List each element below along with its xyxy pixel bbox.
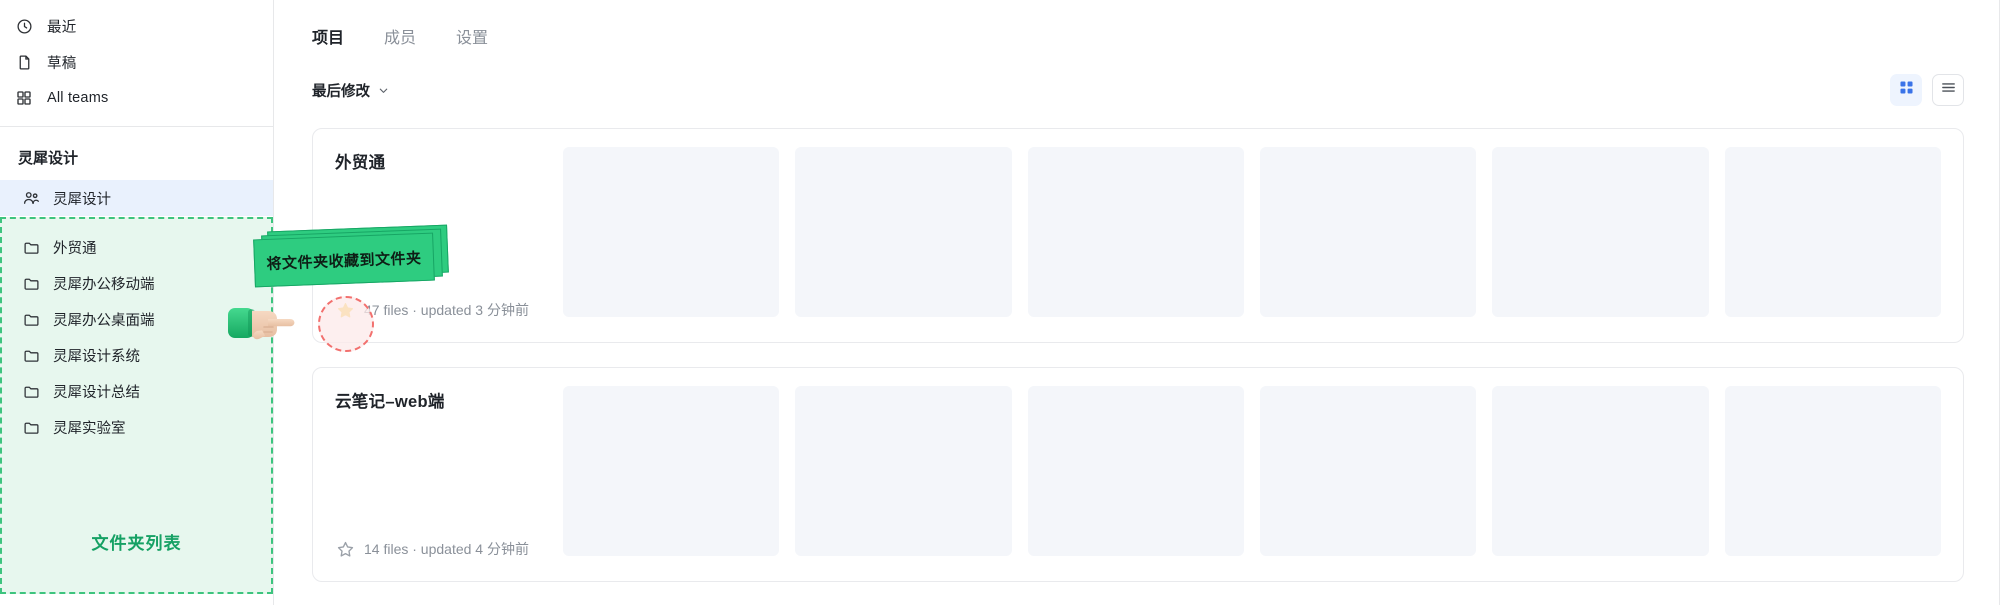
sidebar-item-team-lingxi[interactable]: 灵犀设计 bbox=[0, 180, 273, 216]
project-card[interactable]: 云笔记–web端 14 files · updated 4 分钟前 bbox=[312, 367, 1964, 582]
sort-dropdown-label: 最后修改 bbox=[312, 83, 370, 100]
project-thumbnail[interactable] bbox=[1724, 386, 1941, 556]
main-content: 项目 成员 设置 最后修改 外贸通 47 files · updated 3 分… bbox=[274, 0, 2000, 605]
folder-icon bbox=[22, 418, 40, 436]
sidebar-item-label: 最近 bbox=[47, 19, 77, 36]
grid-icon bbox=[14, 88, 34, 108]
project-thumbnail[interactable] bbox=[563, 386, 780, 556]
project-thumbnail[interactable] bbox=[795, 386, 1012, 556]
grid-view-button[interactable] bbox=[1890, 74, 1922, 106]
sidebar-folder-design-system[interactable]: 灵犀设计系统 bbox=[0, 337, 273, 373]
sidebar-item-recent[interactable]: 最近 bbox=[0, 8, 273, 44]
folder-list-annotation-caption: 文件夹列表 bbox=[91, 534, 182, 553]
folder-icon bbox=[22, 382, 40, 400]
view-toggle-group bbox=[1890, 74, 1964, 106]
project-thumbnail[interactable] bbox=[563, 147, 780, 317]
sidebar-folder-waimaotong[interactable]: 外贸通 bbox=[0, 229, 273, 265]
sidebar-folder-label: 灵犀实验室 bbox=[53, 420, 126, 437]
project-thumbnail[interactable] bbox=[1027, 386, 1244, 556]
favorite-star-icon[interactable] bbox=[335, 539, 355, 559]
sort-dropdown[interactable]: 最后修改 bbox=[312, 80, 389, 101]
sidebar-folder-label: 灵犀办公桌面端 bbox=[53, 312, 155, 329]
sidebar-folder-label: 灵犀设计系统 bbox=[53, 348, 140, 365]
project-thumbnail[interactable] bbox=[1027, 147, 1244, 317]
folder-list-highlight-zone: 外贸通 灵犀办公移动端 灵犀办公桌面端 灵犀设计系统 灵犀设计总结 灵犀实验室 … bbox=[0, 217, 273, 594]
project-card-footer: 47 files · updated 3 分钟前 bbox=[335, 300, 529, 320]
sidebar-folder-label: 外贸通 bbox=[53, 240, 97, 257]
project-card-meta: 47 files · updated 3 分钟前 bbox=[364, 302, 529, 318]
project-thumbnail[interactable] bbox=[1724, 147, 1941, 317]
sidebar-item-label: All teams bbox=[47, 90, 109, 106]
folder-icon bbox=[22, 310, 40, 328]
tab-projects[interactable]: 项目 bbox=[312, 24, 344, 52]
tab-bar: 项目 成员 设置 bbox=[274, 0, 2000, 52]
folder-icon bbox=[22, 274, 40, 292]
sidebar-item-label: 草稿 bbox=[47, 55, 77, 72]
folder-icon bbox=[22, 346, 40, 364]
list-view-button[interactable] bbox=[1932, 74, 1964, 106]
project-card[interactable]: 外贸通 47 files · updated 3 分钟前 bbox=[312, 128, 1964, 343]
project-card-footer: 14 files · updated 4 分钟前 bbox=[335, 539, 529, 559]
clock-icon bbox=[14, 16, 34, 36]
folder-icon bbox=[22, 238, 40, 256]
app-window: 最近 草稿 All teams 灵犀设计 灵犀设计 外贸通 灵犀办公移动端 灵犀… bbox=[0, 0, 2000, 605]
project-thumbnail-row bbox=[563, 147, 1941, 317]
people-icon bbox=[22, 189, 40, 207]
project-thumbnail-row bbox=[563, 386, 1941, 556]
sidebar-item-label: 灵犀设计 bbox=[53, 191, 111, 208]
project-thumbnail[interactable] bbox=[1492, 147, 1709, 317]
grid-view-icon bbox=[1898, 79, 1915, 101]
sidebar-item-all-teams[interactable]: All teams bbox=[0, 80, 273, 116]
sidebar-item-drafts[interactable]: 草稿 bbox=[0, 44, 273, 80]
file-icon bbox=[14, 52, 34, 72]
project-card-list: 外贸通 47 files · updated 3 分钟前 云笔记–web端 14… bbox=[274, 106, 2000, 582]
project-thumbnail[interactable] bbox=[1259, 386, 1477, 556]
project-card-meta: 14 files · updated 4 分钟前 bbox=[364, 541, 529, 557]
sidebar-folder-design-summary[interactable]: 灵犀设计总结 bbox=[0, 373, 273, 409]
sidebar: 最近 草稿 All teams 灵犀设计 灵犀设计 外贸通 灵犀办公移动端 灵犀… bbox=[0, 0, 274, 605]
list-view-icon bbox=[1940, 79, 1957, 101]
sidebar-folder-label: 灵犀办公移动端 bbox=[53, 276, 155, 293]
tab-settings[interactable]: 设置 bbox=[456, 24, 488, 52]
chevron-down-icon bbox=[377, 84, 389, 96]
tab-members[interactable]: 成员 bbox=[384, 24, 416, 52]
favorite-star-icon[interactable] bbox=[335, 300, 355, 320]
sidebar-folder-office-mobile[interactable]: 灵犀办公移动端 bbox=[0, 265, 273, 301]
sidebar-folder-lab[interactable]: 灵犀实验室 bbox=[0, 409, 273, 445]
sidebar-folder-office-desktop[interactable]: 灵犀办公桌面端 bbox=[0, 301, 273, 337]
sidebar-folder-label: 灵犀设计总结 bbox=[53, 384, 140, 401]
project-thumbnail[interactable] bbox=[1492, 386, 1709, 556]
project-thumbnail[interactable] bbox=[795, 147, 1012, 317]
team-heading: 灵犀设计 bbox=[18, 150, 79, 167]
sidebar-nav-top: 最近 草稿 All teams bbox=[0, 0, 273, 127]
toolbar: 最后修改 bbox=[274, 52, 2000, 106]
project-thumbnail[interactable] bbox=[1259, 147, 1477, 317]
